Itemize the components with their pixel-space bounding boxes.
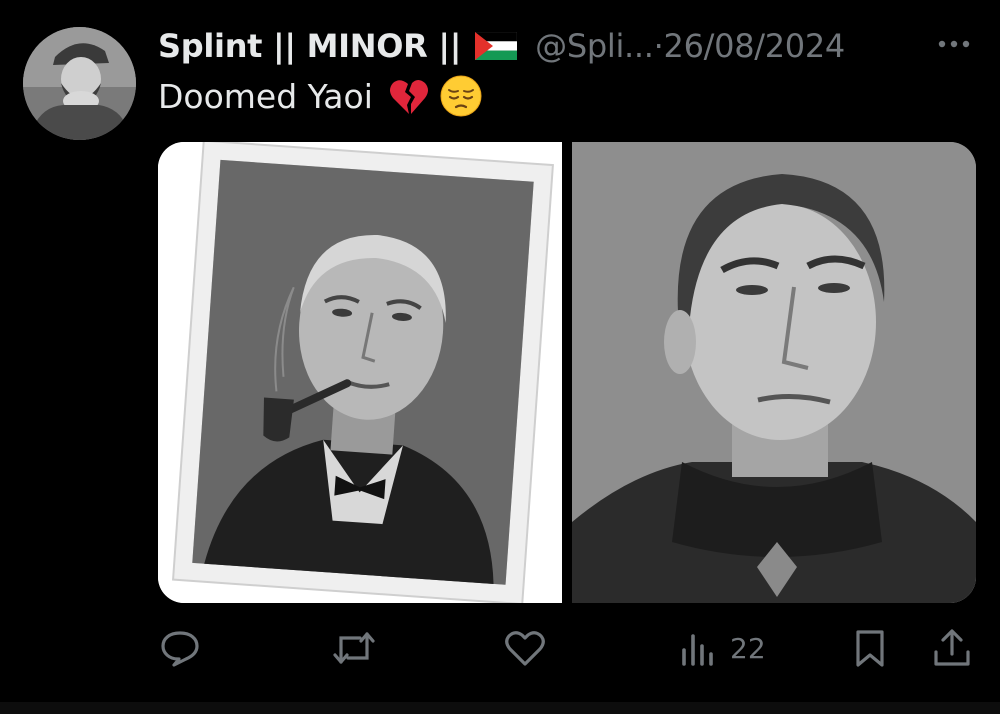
views-count: 22 [730, 631, 766, 665]
bookmark-icon [853, 628, 887, 668]
views-button[interactable]: 22 [680, 626, 766, 670]
retweet-button[interactable] [332, 626, 376, 670]
tweet-date[interactable]: 26/08/2024 [664, 27, 846, 65]
palestine-flag-icon [474, 31, 518, 60]
tweet-card[interactable]: Splint || MINOR || @Spli... · 26/08/2024… [0, 0, 1000, 714]
user-handle[interactable]: @Spli... [535, 27, 654, 65]
divider [0, 702, 1000, 714]
share-button[interactable] [932, 626, 972, 670]
tweet-action-bar: 22 [0, 620, 1000, 680]
tweet-text: Doomed Yaoi [158, 74, 483, 118]
portrait-with-pipe-image[interactable] [158, 142, 562, 603]
reply-icon [160, 628, 200, 668]
separator-dot: · [653, 27, 664, 65]
heart-icon [504, 628, 546, 668]
share-icon [932, 628, 972, 668]
views-icon [680, 628, 716, 668]
tweet-text-content: Doomed Yaoi [158, 76, 373, 116]
retweet-icon [332, 628, 376, 668]
reply-button[interactable] [160, 626, 200, 670]
stern-officer-portrait-image[interactable] [572, 142, 976, 603]
like-button[interactable] [504, 626, 546, 670]
broken-heart-icon [387, 74, 431, 118]
tweet-media[interactable] [158, 142, 976, 603]
bookmark-button[interactable] [853, 626, 887, 670]
tweet-header: Splint || MINOR || @Spli... · 26/08/2024 [158, 24, 845, 68]
display-name[interactable]: Splint || MINOR || [158, 27, 461, 65]
avatar[interactable] [23, 27, 136, 140]
pensive-face-icon [439, 74, 483, 118]
more-options-icon[interactable] [934, 34, 974, 54]
